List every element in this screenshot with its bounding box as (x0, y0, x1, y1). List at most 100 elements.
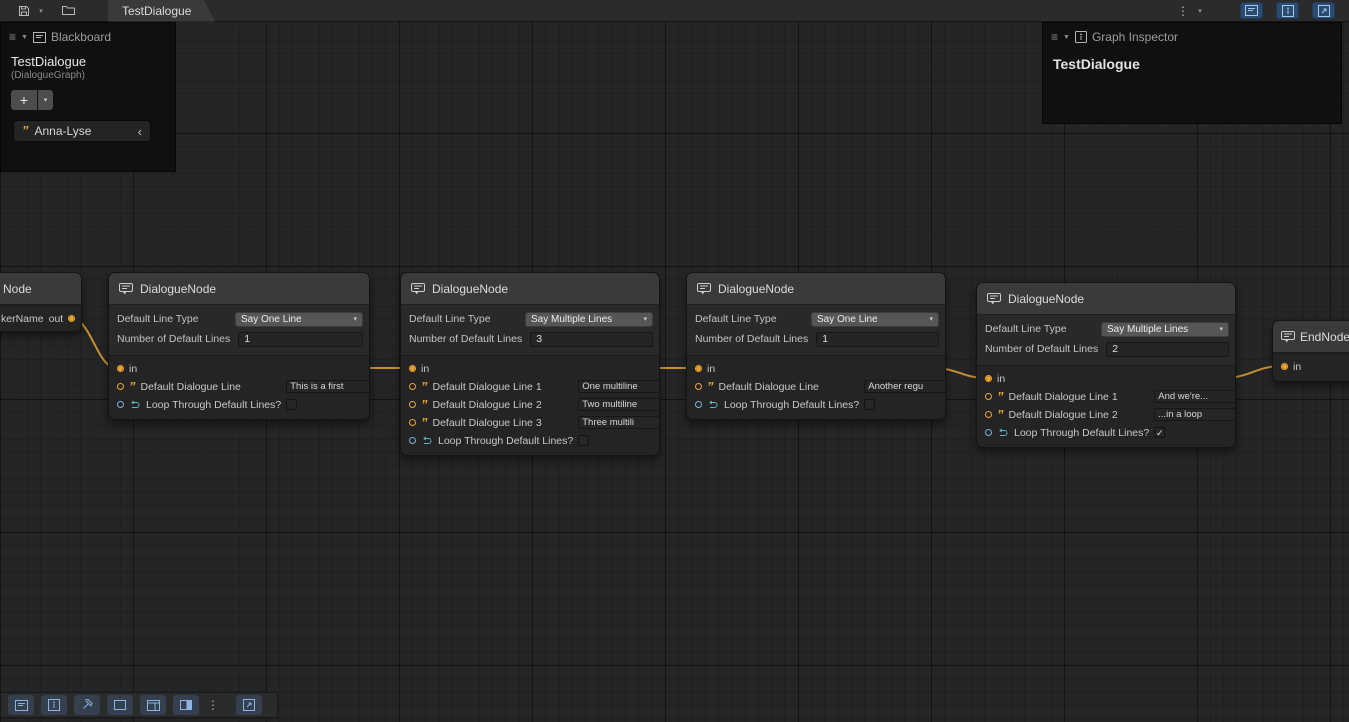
toggle-inspector-button[interactable] (1276, 2, 1299, 19)
line-type-label: Default Line Type (409, 313, 517, 325)
dialogue-node-4[interactable]: DialogueNode Default Line Type Say Multi… (976, 282, 1236, 448)
node-title-bar[interactable]: DialogueNode (401, 273, 659, 305)
num-lines-input[interactable]: 2 (1106, 342, 1229, 357)
line-port[interactable] (409, 401, 416, 408)
in-port[interactable] (1281, 363, 1288, 370)
node-title-bar[interactable]: Node (0, 273, 81, 305)
view-more-button[interactable]: ⋮ (206, 695, 220, 715)
fullscreen-button[interactable] (236, 695, 262, 715)
node-title-bar[interactable]: DialogueNode (687, 273, 945, 305)
tab-testdialogue[interactable]: TestDialogue (108, 0, 215, 22)
save-button[interactable] (15, 2, 33, 20)
quote-icon: ” (421, 400, 428, 410)
loop-port[interactable] (985, 429, 992, 436)
loop-icon (997, 428, 1009, 438)
loop-label: Loop Through Default Lines? (438, 435, 573, 447)
line-input[interactable]: This is a first (286, 380, 370, 393)
dialogue-node-icon (987, 293, 1001, 305)
num-lines-label: Number of Default Lines (695, 333, 808, 345)
dialogue-node-3[interactable]: DialogueNode Default Line Type Say One L… (686, 272, 946, 420)
tools-button[interactable] (74, 695, 100, 715)
end-node[interactable]: EndNode in (1272, 320, 1349, 382)
node-title-bar[interactable]: EndNode (1273, 321, 1349, 353)
speaker-node[interactable]: Node kerName out (0, 272, 82, 332)
line-type-value: Say Multiple Lines (1107, 324, 1188, 335)
line-input[interactable]: Three multili (578, 416, 660, 429)
line-input[interactable]: One multiline (578, 380, 660, 393)
in-port[interactable] (117, 365, 124, 372)
more-options-button[interactable]: ⋮ (1174, 2, 1192, 20)
num-lines-input[interactable]: 3 (530, 332, 653, 347)
loop-label: Loop Through Default Lines? (724, 399, 859, 411)
loop-checkbox[interactable] (286, 399, 297, 410)
line-label: Default Dialogue Line 1 (433, 381, 542, 393)
loop-checkbox[interactable]: ✓ (1154, 427, 1165, 438)
node-title: DialogueNode (718, 282, 794, 296)
save-dropdown-button[interactable]: ▾ (35, 2, 47, 20)
node-title-bar[interactable]: DialogueNode (109, 273, 369, 305)
add-field-button[interactable]: + (11, 90, 37, 110)
field-expand-icon[interactable]: ‹ (138, 124, 142, 139)
toggle-blackboard-button[interactable] (1240, 2, 1263, 19)
line-input[interactable]: ...in a loop (1154, 408, 1236, 421)
line-port[interactable] (985, 393, 992, 400)
line-port[interactable] (985, 411, 992, 418)
dialogue-node-1[interactable]: DialogueNode Default Line Type Say One L… (108, 272, 370, 420)
blackboard-field-anna-lyse[interactable]: ” Anna-Lyse ‹ (13, 120, 151, 142)
line-input[interactable]: And we're... (1154, 390, 1236, 403)
chevron-down-icon: ▾ (929, 315, 933, 323)
node-title-bar[interactable]: DialogueNode (977, 283, 1235, 315)
blackboard-toggle-button[interactable] (8, 695, 34, 715)
loop-port[interactable] (695, 401, 702, 408)
toggle-preview-button[interactable] (1312, 2, 1335, 19)
inspector-menu-icon[interactable]: ≡ (1051, 31, 1058, 43)
add-field-dropdown[interactable]: ▾ (38, 90, 53, 110)
open-asset-button[interactable] (59, 2, 77, 20)
in-port-label: in (707, 363, 715, 375)
num-lines-input[interactable]: 1 (816, 332, 939, 347)
in-port[interactable] (409, 365, 416, 372)
in-port-label: in (997, 373, 1005, 385)
in-port[interactable] (985, 375, 992, 382)
inspector-toggle-button[interactable] (41, 695, 67, 715)
line-type-value: Say Multiple Lines (531, 314, 612, 325)
line-type-dropdown[interactable]: Say One Line ▾ (811, 312, 939, 327)
line-input[interactable]: Another regu (864, 380, 946, 393)
panels-toggle-button[interactable] (140, 695, 166, 715)
num-lines-input[interactable]: 1 (238, 332, 363, 347)
more-options-caret[interactable]: ▾ (1194, 2, 1206, 20)
line-type-label: Default Line Type (985, 323, 1093, 335)
line-type-dropdown[interactable]: Say One Line ▾ (235, 312, 363, 327)
inspector-collapse-icon[interactable]: ▼ (1063, 34, 1070, 41)
blackboard-graph-name: TestDialogue (1, 48, 175, 69)
in-port[interactable] (695, 365, 702, 372)
inspector-title: Graph Inspector (1092, 30, 1178, 44)
in-port-label: in (1293, 361, 1301, 373)
line-port[interactable] (117, 383, 124, 390)
line-type-dropdown[interactable]: Say Multiple Lines ▾ (525, 312, 653, 327)
loop-label: Loop Through Default Lines? (146, 399, 281, 411)
preview-toggle-button[interactable] (173, 695, 199, 715)
loop-port[interactable] (409, 437, 416, 444)
num-lines-label: Number of Default Lines (985, 343, 1098, 355)
speaker-field-label: kerName (1, 313, 44, 325)
main-toolbar: ▾ TestDialogue ⋮ ▾ (0, 0, 1349, 22)
line-type-dropdown[interactable]: Say Multiple Lines ▾ (1101, 322, 1229, 337)
line-port[interactable] (409, 383, 416, 390)
blackboard-collapse-icon[interactable]: ▼ (21, 34, 28, 41)
line-port[interactable] (409, 419, 416, 426)
out-port[interactable] (68, 315, 75, 322)
line-label: Default Dialogue Line 3 (433, 417, 542, 429)
in-port-label: in (421, 363, 429, 375)
loop-checkbox[interactable] (864, 399, 875, 410)
minimap-toggle-button[interactable] (107, 695, 133, 715)
line-type-label: Default Line Type (117, 313, 227, 325)
line-input[interactable]: Two multiline (578, 398, 660, 411)
loop-checkbox[interactable] (578, 435, 589, 446)
line-label: Default Dialogue Line (141, 381, 241, 393)
blackboard-menu-icon[interactable]: ≡ (9, 31, 16, 43)
dialogue-node-2[interactable]: DialogueNode Default Line Type Say Multi… (400, 272, 660, 456)
line-port[interactable] (695, 383, 702, 390)
loop-port[interactable] (117, 401, 124, 408)
inspector-graph-name: TestDialogue (1043, 48, 1341, 80)
